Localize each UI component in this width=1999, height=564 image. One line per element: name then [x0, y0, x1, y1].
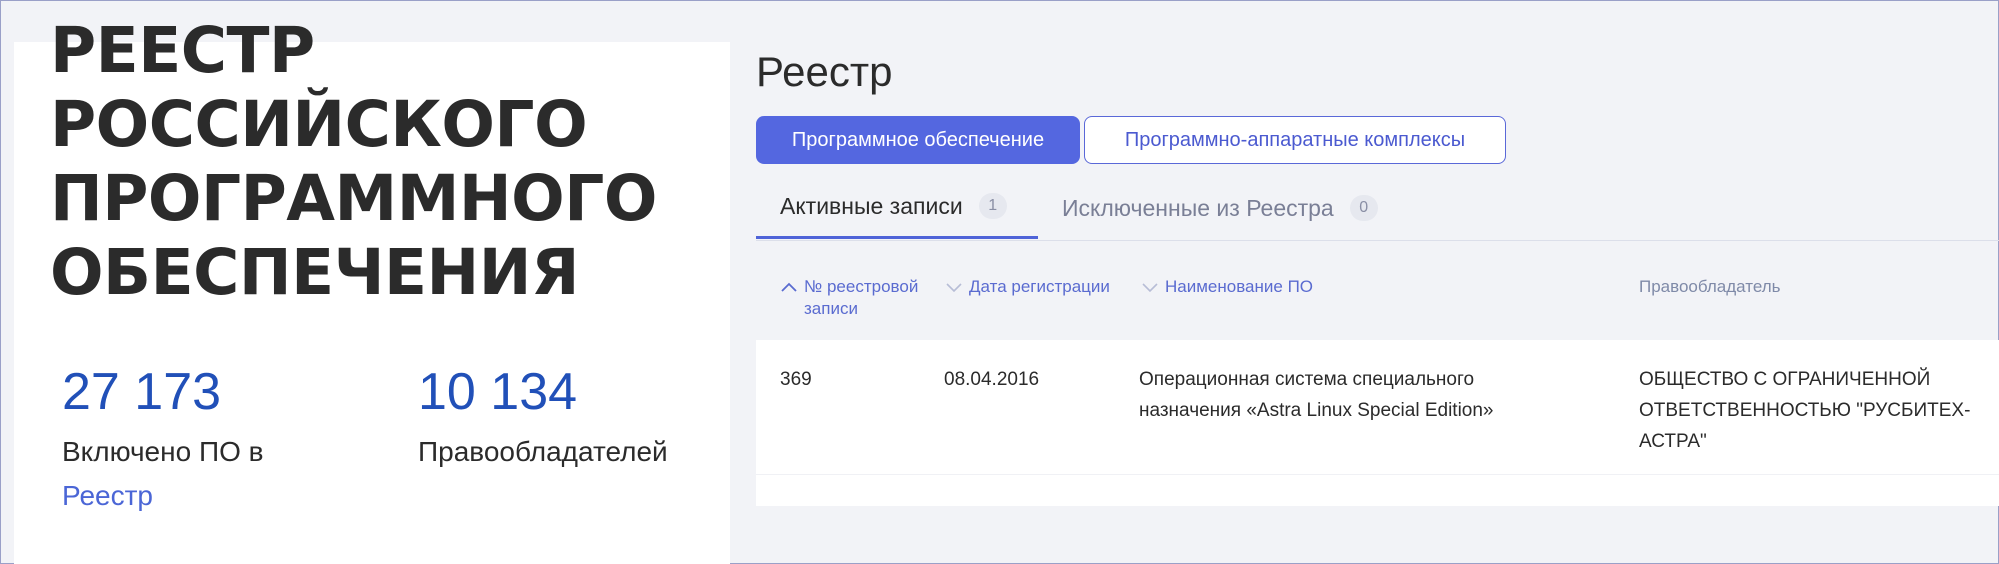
tab-hardware-software-complexes[interactable]: Программно-аппаратные комплексы: [1084, 116, 1506, 164]
column-header-record-number[interactable]: № реестровой записи: [780, 276, 918, 320]
chevron-down-icon: [946, 283, 962, 293]
stat-label: Правообладателей: [418, 436, 668, 467]
registry-heading: РЕЕСТР РОССИЙСКОГО ПРОГРАММНОГО ОБЕСПЕЧЕ…: [50, 14, 657, 310]
cell-record-number: 369: [780, 369, 812, 390]
registry-heading-line: РОССИЙСКОГО: [50, 88, 588, 161]
cell-line: ОБЩЕСТВО С ОГРАНИЧЕННОЙ: [1639, 369, 1931, 390]
cell-line: Операционная система специального: [1139, 369, 1475, 390]
registry-table: 369 08.04.2016 Операционная система спец…: [756, 340, 1999, 506]
record-tabs: Активные записи 1 Исключенные из Реестра…: [756, 176, 1999, 241]
registry-heading-line: ОБЕСПЕЧЕНИЯ: [50, 236, 580, 309]
column-header-rights-holder: Правообладатель: [1639, 276, 1781, 298]
page-title: Реестр: [756, 48, 893, 95]
cell-line: назначения «Astra Linux Special Edition»: [1139, 400, 1494, 421]
column-header-label: Правообладатель: [1639, 277, 1781, 296]
column-header-software-name[interactable]: Наименование ПО: [1141, 276, 1313, 298]
column-header-label: Наименование ПО: [1165, 277, 1314, 296]
stat-value: 10 134: [418, 363, 578, 421]
chevron-up-icon: [781, 282, 797, 292]
chevron-down-icon: [1142, 283, 1158, 293]
column-header-registration-date[interactable]: Дата регистрации: [945, 276, 1110, 298]
cell-rights-holder: ОБЩЕСТВО С ОГРАНИЧЕННОЙ ОТВЕТСТВЕННОСТЬЮ…: [1639, 364, 1994, 457]
tab-label: Активные записи: [780, 192, 963, 219]
column-header-label: записи: [804, 299, 858, 318]
stat-label: Включено ПО в: [62, 436, 264, 467]
table-row[interactable]: 369 08.04.2016 Операционная система спец…: [756, 340, 1999, 475]
stat-software-count: 27 173 Включено ПО в Реестр: [62, 362, 264, 518]
tab-software[interactable]: Программное обеспечение: [756, 116, 1080, 164]
count-badge: 0: [1349, 195, 1378, 221]
registry-heading-line: ПРОГРАММНОГО: [50, 162, 657, 235]
registry-link[interactable]: Реестр: [62, 474, 264, 518]
tab-label: Исключенные из Реестра: [1062, 194, 1334, 221]
registry-heading-line: РЕЕСТР: [50, 14, 315, 87]
column-header-label: Дата регистрации: [969, 277, 1110, 296]
tab-excluded-records[interactable]: Исключенные из Реестра 0: [1062, 176, 1378, 240]
count-badge: 1: [978, 193, 1007, 219]
cell-software-name[interactable]: Операционная система специального назнач…: [1139, 364, 1609, 426]
stat-value: 27 173: [62, 363, 222, 421]
stat-holders-count: 10 134 Правообладателей: [418, 362, 668, 474]
column-header-label: № реестровой: [804, 277, 919, 296]
cell-line: ОТВЕТСТВЕННОСТЬЮ "РУСБИТЕХ-: [1639, 400, 1971, 421]
cell-line: АСТРА": [1639, 431, 1707, 452]
tab-active-records[interactable]: Активные записи 1: [756, 176, 1038, 239]
cell-registration-date: 08.04.2016: [944, 369, 1040, 390]
